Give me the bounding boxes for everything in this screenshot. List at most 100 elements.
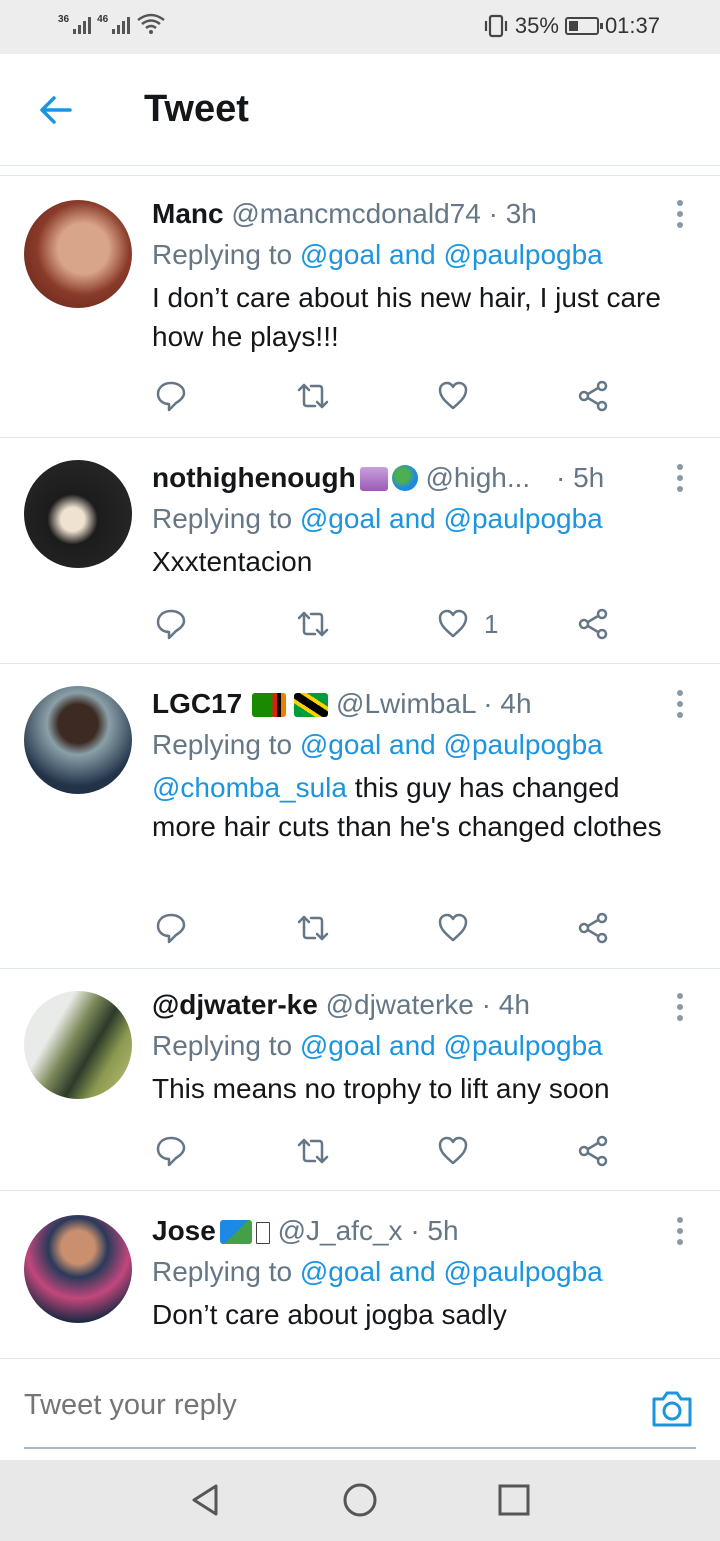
user-handle[interactable]: @mancmcdonald74 xyxy=(231,198,480,229)
reply-composer xyxy=(0,1358,720,1458)
reply-input[interactable] xyxy=(24,1389,624,1422)
tweet-actions xyxy=(152,376,622,416)
display-name[interactable]: Jose xyxy=(152,1215,216,1246)
mention-link[interactable]: @goal xyxy=(300,239,381,270)
mention-link[interactable]: @goal xyxy=(300,1030,381,1061)
retweet-icon[interactable] xyxy=(296,908,330,948)
mention-link[interactable]: @goal xyxy=(300,503,381,534)
retweet-icon[interactable] xyxy=(296,376,330,416)
display-name[interactable]: LGC17 xyxy=(152,688,242,719)
display-name[interactable]: @djwater-ke xyxy=(152,989,318,1020)
circle-home-icon[interactable] xyxy=(342,1482,378,1518)
tweet-time: · 4h xyxy=(483,688,532,719)
camera-icon[interactable] xyxy=(650,1389,694,1429)
puzzle-emoji-icon xyxy=(219,1220,252,1244)
mention-link[interactable]: and xyxy=(389,1256,436,1287)
more-options-icon[interactable] xyxy=(674,200,686,230)
mention-link[interactable]: and xyxy=(389,503,436,534)
clock: 01:37 xyxy=(604,13,660,38)
mention-link[interactable]: and xyxy=(389,239,436,270)
avatar[interactable] xyxy=(24,686,132,794)
globe-emoji-icon xyxy=(391,465,418,491)
mention-link[interactable]: @goal xyxy=(300,1256,381,1287)
more-options-icon[interactable] xyxy=(674,1217,686,1247)
system-nav-bar xyxy=(0,1460,720,1541)
replying-prefix: Replying to xyxy=(152,729,293,760)
more-options-icon[interactable] xyxy=(674,993,686,1023)
signal-icon: 36 xyxy=(58,14,92,34)
share-icon[interactable] xyxy=(576,604,610,644)
more-options-icon[interactable] xyxy=(674,464,686,494)
tweet-text: I don’t care about his new hair, I just … xyxy=(152,282,661,352)
mention-link[interactable]: @paulpogba xyxy=(444,1256,603,1287)
mention-link[interactable]: @paulpogba xyxy=(444,729,603,760)
reply-icon[interactable] xyxy=(154,1131,188,1171)
replying-to: Replying to @goal and @paulpogba xyxy=(152,234,676,276)
display-name[interactable]: Manc xyxy=(152,198,224,229)
user-handle[interactable]: @djwaterke xyxy=(326,989,474,1020)
mention-link[interactable]: @paulpogba xyxy=(444,239,603,270)
mention-link[interactable]: @paulpogba xyxy=(444,1030,603,1061)
jamaica-flag-icon xyxy=(294,693,329,717)
avatar[interactable] xyxy=(24,460,132,568)
display-name[interactable]: nothighenough xyxy=(152,462,356,493)
share-icon[interactable] xyxy=(576,1131,610,1171)
replying-to: Replying to @goal and @paulpogba xyxy=(152,724,676,766)
tweet-meta: Manc @mancmcdonald74 · 3h xyxy=(152,194,676,234)
like-icon[interactable] xyxy=(436,1131,484,1171)
mention-link[interactable]: and xyxy=(389,1030,436,1061)
reply-icon[interactable] xyxy=(154,376,188,416)
replying-prefix: Replying to xyxy=(152,1030,293,1061)
avatar[interactable] xyxy=(24,200,132,308)
like-icon[interactable] xyxy=(436,376,484,416)
tweet-item[interactable]: Jose @J_afc_x · 5h Replying to @goal and… xyxy=(0,1191,720,1358)
tweet-meta: LGC17 @LwimbaL · 4h xyxy=(152,684,676,724)
like-icon[interactable] xyxy=(436,908,484,948)
network-type-label: 46 xyxy=(97,14,109,25)
status-bar: 36 46 35% 01:37 xyxy=(0,0,720,54)
retweet-icon[interactable] xyxy=(296,1131,330,1171)
tweet-text: Don’t care about jogba sadly xyxy=(152,1299,507,1330)
reply-icon[interactable] xyxy=(154,908,188,948)
retweet-icon[interactable] xyxy=(296,604,330,644)
signal-icon: 46 xyxy=(97,14,131,34)
wifi-icon xyxy=(137,13,166,34)
avatar[interactable] xyxy=(24,1215,132,1323)
status-right: 35% 01:37 xyxy=(483,13,660,39)
reply-icon[interactable] xyxy=(154,604,188,644)
arrow-left-icon[interactable] xyxy=(36,90,76,130)
tweet-meta: Jose @J_afc_x · 5h xyxy=(152,1211,676,1251)
share-icon[interactable] xyxy=(576,376,610,416)
square-recents-icon[interactable] xyxy=(496,1482,532,1518)
replying-to: Replying to @goal and @paulpogba xyxy=(152,1025,676,1067)
more-options-icon[interactable] xyxy=(674,690,686,720)
tweet-item[interactable]: LGC17 @LwimbaL · 4h Replying to @goal an… xyxy=(0,664,720,969)
tweet-time: · 4h xyxy=(481,989,530,1020)
tweet-item[interactable]: Manc @mancmcdonald74 · 3h Replying to @g… xyxy=(0,176,720,438)
user-handle[interactable]: @J_afc_x xyxy=(278,1215,403,1246)
tweet-actions xyxy=(152,1131,622,1171)
like-icon[interactable]: 1 xyxy=(436,604,498,644)
tweet-time: · 3h xyxy=(488,198,537,229)
replying-prefix: Replying to xyxy=(152,1256,293,1287)
replying-to: Replying to @goal and @paulpogba xyxy=(152,498,676,540)
mention-link[interactable]: @goal xyxy=(300,729,381,760)
tweet-item[interactable]: nothighenough @high... · 5h Replying to … xyxy=(0,438,720,664)
user-handle[interactable]: @LwimbaL xyxy=(336,688,475,719)
mention-link[interactable]: @paulpogba xyxy=(444,503,603,534)
replying-prefix: Replying to xyxy=(152,503,293,534)
vibrate-icon xyxy=(484,14,507,38)
tweet-time: · 5h xyxy=(410,1215,459,1246)
avatar[interactable] xyxy=(24,991,132,1099)
tweet-meta: nothighenough @high... · 5h xyxy=(152,458,676,498)
user-handle[interactable]: @high... xyxy=(426,462,531,493)
share-icon[interactable] xyxy=(576,908,610,948)
mention-link[interactable]: @chomba_sula xyxy=(152,772,347,803)
tweet-item[interactable]: @djwater-ke @djwaterke · 4h Replying to … xyxy=(0,969,720,1191)
mention-link[interactable]: and xyxy=(389,729,436,760)
tweet-actions: 1 xyxy=(152,604,622,644)
page-title: Tweet xyxy=(144,88,249,130)
zambia-flag-icon xyxy=(252,693,287,717)
triangle-back-icon[interactable] xyxy=(188,1482,224,1518)
tweet-text: @chomba_sula this guy has changed more h… xyxy=(152,768,676,846)
